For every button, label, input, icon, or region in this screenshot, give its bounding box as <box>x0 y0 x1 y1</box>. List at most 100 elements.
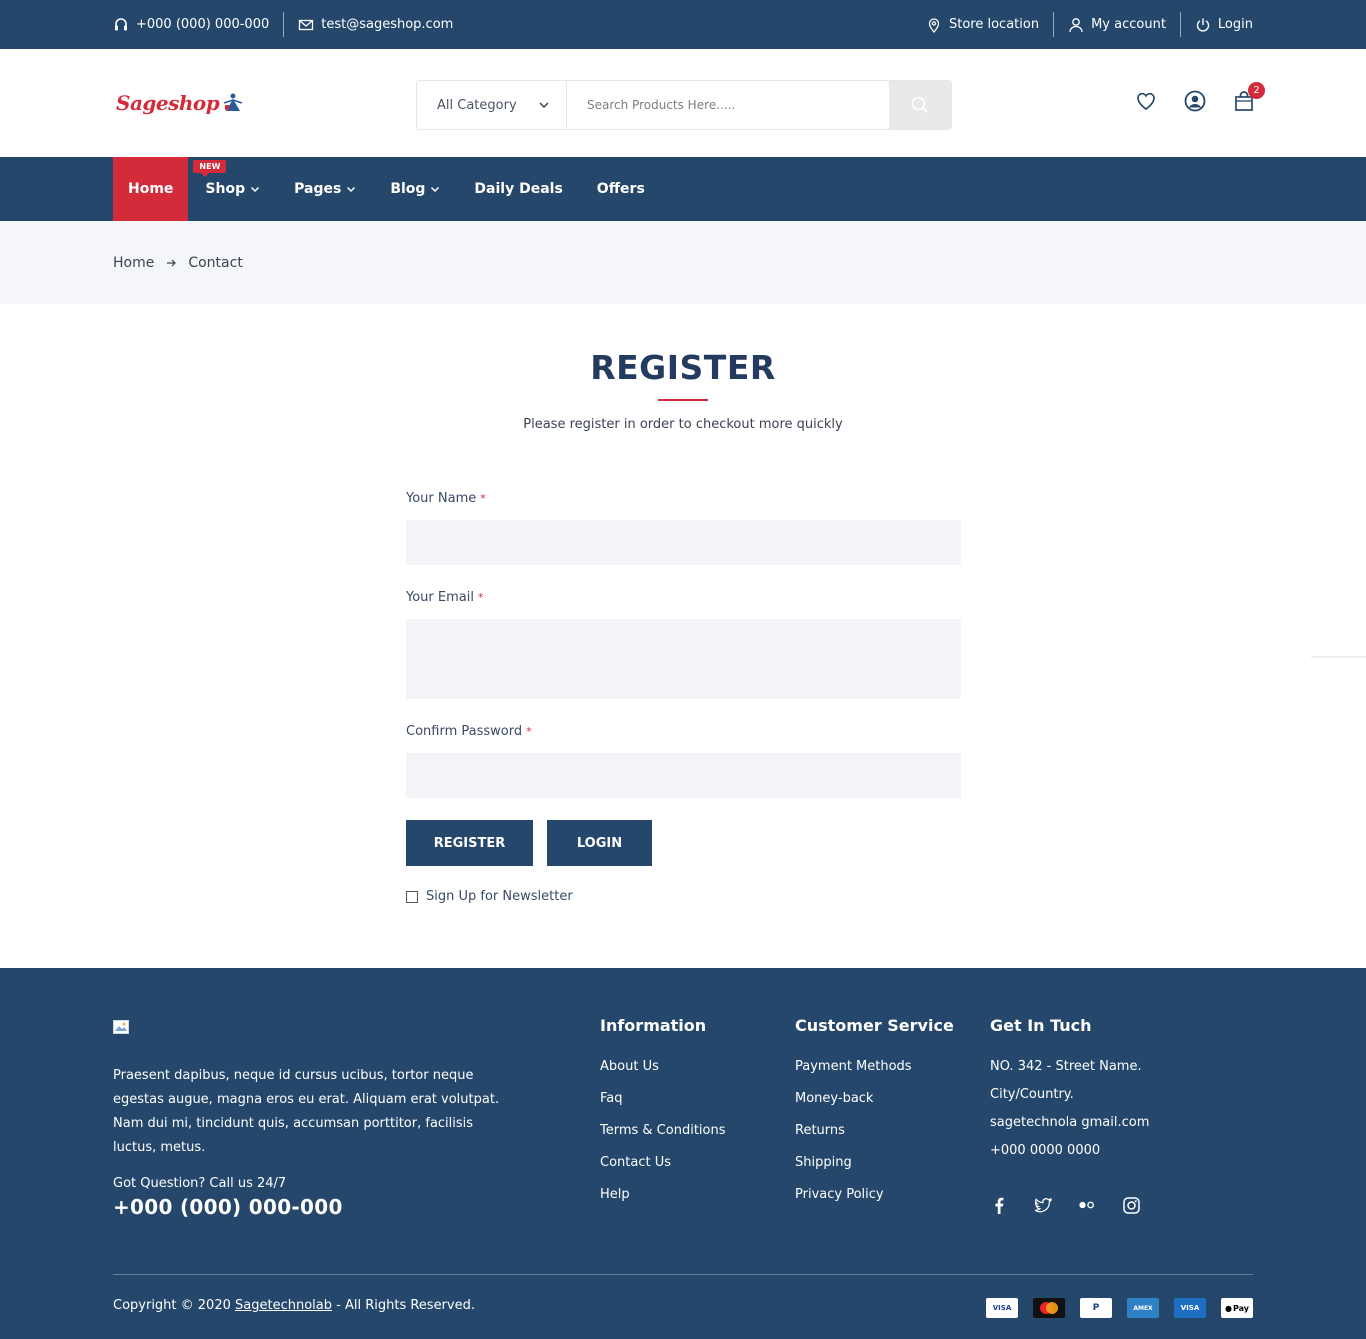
main-nav: Home NEW Shop Pages Blog Daily Deals Off… <box>0 157 1366 221</box>
store-location-label: Store location <box>949 17 1040 32</box>
copyright-prefix: Copyright © 2020 <box>113 1298 236 1313</box>
header: Sageshop All Category 2 <box>0 49 1366 157</box>
nav-item-label: Home <box>128 181 174 197</box>
footer-question: Got Question? Call us 24/7 <box>113 1176 287 1191</box>
name-label: Your Name * <box>406 491 486 506</box>
login-link[interactable]: Login <box>1195 17 1253 33</box>
confirm-password-label: Confirm Password * <box>406 724 532 739</box>
footer-about: Praesent dapibus, neque id cursus ucibus… <box>113 1068 500 1155</box>
footer-link[interactable]: About Us <box>600 1057 726 1089</box>
confirm-password-label-text: Confirm Password <box>406 724 523 739</box>
nav-item-daily-deals[interactable]: Daily Deals <box>457 157 579 221</box>
phone-link[interactable]: +000 (000) 000-000 <box>113 17 269 33</box>
amex-icon: AMEX <box>1127 1298 1159 1318</box>
user-icon <box>1069 17 1083 32</box>
register-button[interactable]: REGISTER <box>406 820 533 866</box>
my-account-label: My account <box>1091 17 1166 32</box>
store-location-link[interactable]: Store location <box>926 17 1039 33</box>
contact-email[interactable]: sagetechnola gmail.com <box>990 1113 1149 1141</box>
apple-pay-icon: ● Pay <box>1221 1298 1253 1318</box>
search-icon <box>911 96 929 114</box>
nav-item-blog[interactable]: Blog <box>373 157 457 221</box>
account-button[interactable] <box>1183 89 1207 113</box>
my-account-link[interactable]: My account <box>1068 17 1166 33</box>
nav-item-shop[interactable]: NEW Shop <box>188 157 277 221</box>
nav-item-label: Offers <box>596 181 645 197</box>
wishlist-button[interactable] <box>1134 89 1158 113</box>
payment-methods: VISA P AMEX VISA ● Pay <box>986 1298 1253 1318</box>
footer-link[interactable]: Contact Us <box>600 1153 726 1185</box>
login-label: Login <box>1217 17 1253 32</box>
contact-city: City/Country. <box>990 1087 1074 1102</box>
nav-item-label: Blog <box>390 181 426 197</box>
new-badge: NEW <box>193 160 227 177</box>
visa-icon: VISA <box>986 1298 1018 1318</box>
page-subtitle: Please register in order to checkout mor… <box>523 417 843 432</box>
footer-heading: Information <box>600 1016 707 1035</box>
divider <box>1053 12 1055 37</box>
side-shadow <box>1311 656 1366 658</box>
contact-phone[interactable]: +000 0000 0000 <box>990 1141 1149 1169</box>
nav-item-label: Daily Deals <box>474 181 563 197</box>
search-bar: All Category <box>416 80 952 130</box>
required-mark: * <box>480 492 486 505</box>
footer-link[interactable]: Returns <box>795 1121 954 1153</box>
arrow-right-icon <box>167 259 177 266</box>
nav-item-pages[interactable]: Pages <box>277 157 373 221</box>
footer: Praesent dapibus, neque id cursus ucibus… <box>0 968 1366 1339</box>
footer-link[interactable]: Help <box>600 1185 726 1217</box>
search-button[interactable] <box>889 81 951 129</box>
confirm-password-field[interactable] <box>406 753 961 798</box>
footer-link[interactable]: Terms & Conditions <box>600 1121 726 1153</box>
email-text: test@sageshop.com <box>321 17 454 32</box>
name-field[interactable] <box>406 520 961 565</box>
chevron-down-icon <box>251 186 260 193</box>
site-logo[interactable]: Sageshop <box>116 91 244 115</box>
user-circle-icon <box>1184 90 1206 112</box>
breadcrumb-home[interactable]: Home <box>113 255 154 271</box>
facebook-icon[interactable] <box>990 1196 1008 1214</box>
chevron-down-icon <box>539 102 549 109</box>
divider <box>283 12 285 37</box>
footer-heading: Customer Service <box>795 1016 954 1035</box>
mastercard-icon <box>1033 1298 1065 1318</box>
footer-customer-service: Customer Service Payment Methods Money-b… <box>795 1016 954 1217</box>
footer-link[interactable]: Money-back <box>795 1089 954 1121</box>
top-bar: +000 (000) 000-000 test@sageshop.com Sto… <box>0 0 1366 49</box>
footer-link[interactable]: Payment Methods <box>795 1057 954 1089</box>
phone-text: +000 (000) 000-000 <box>136 17 270 32</box>
login-button[interactable]: LOGIN <box>547 820 652 866</box>
newsletter-checkbox-row[interactable]: Sign Up for Newsletter <box>406 889 573 904</box>
header-actions: 2 <box>1134 82 1265 113</box>
required-mark: * <box>526 725 532 738</box>
nav-item-home[interactable]: Home <box>113 157 189 221</box>
footer-heading: Get In Tuch <box>990 1016 1092 1035</box>
apple-pay-label: Pay <box>1232 1303 1249 1313</box>
copyright-link[interactable]: Sagetechnolab <box>235 1298 332 1313</box>
category-select[interactable]: All Category <box>417 81 567 129</box>
category-select-value: All Category <box>437 97 517 113</box>
visa-electron-icon: VISA <box>1174 1298 1206 1318</box>
search-input[interactable] <box>567 81 889 129</box>
logo-figure-icon <box>224 93 243 111</box>
instagram-icon[interactable] <box>1122 1196 1140 1214</box>
footer-link[interactable]: Shipping <box>795 1153 954 1185</box>
newsletter-checkbox[interactable] <box>406 890 418 903</box>
email-label-text: Your Email <box>406 590 474 605</box>
email-field[interactable] <box>406 619 961 699</box>
footer-link[interactable]: Faq <box>600 1089 726 1121</box>
footer-phone[interactable]: +000 (000) 000-000 <box>113 1195 343 1219</box>
cart-button[interactable]: 2 <box>1232 82 1265 113</box>
title-underline <box>658 399 708 401</box>
power-icon <box>1196 18 1210 32</box>
nav-item-offers[interactable]: Offers <box>580 157 662 221</box>
location-pin-icon <box>928 17 940 33</box>
copyright-suffix: - All Rights Reserved. <box>332 1298 475 1313</box>
name-label-text: Your Name <box>406 491 477 506</box>
twitter-icon[interactable] <box>1034 1196 1052 1214</box>
footer-link[interactable]: Privacy Policy <box>795 1185 954 1217</box>
email-link[interactable]: test@sageshop.com <box>298 17 453 33</box>
breadcrumb: Home Contact <box>0 221 1366 304</box>
flickr-icon[interactable] <box>1078 1196 1096 1214</box>
divider <box>1179 12 1181 37</box>
